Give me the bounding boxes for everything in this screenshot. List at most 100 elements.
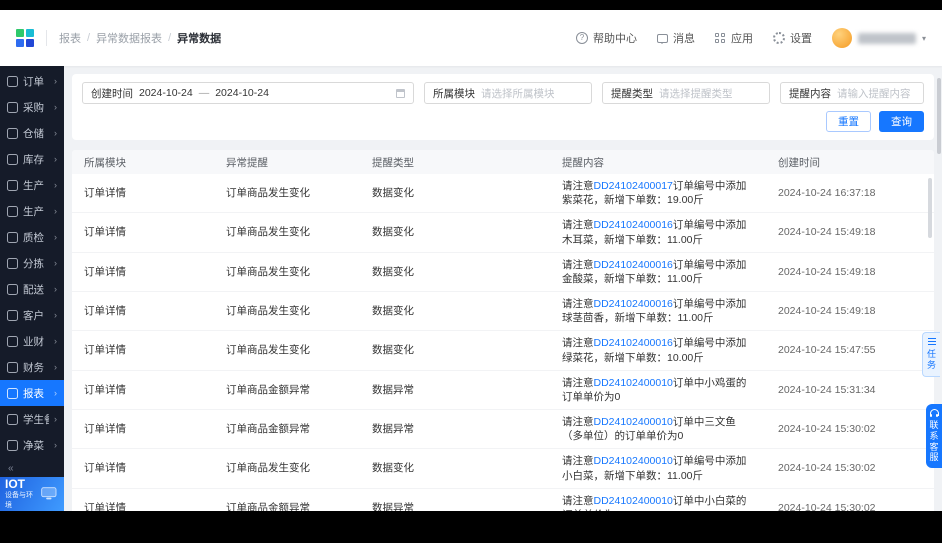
breadcrumb-item[interactable]: 异常数据报表 <box>96 30 162 46</box>
letterbox-bottom <box>0 511 942 543</box>
cell-content: 请注意DD24102400010订单中小鸡蛋的订单单价为0 <box>550 371 766 409</box>
letterbox-top <box>0 0 942 10</box>
cell-type: 数据异常 <box>360 378 550 402</box>
production-icon-2 <box>7 206 18 217</box>
chevron-down-icon: ▾ <box>922 34 926 43</box>
chevron-right-icon: › <box>54 414 57 424</box>
order-number-link[interactable]: DD24102400016 <box>594 219 673 231</box>
sidebar-item-4[interactable]: 库存 › <box>0 146 64 172</box>
sidebar-item-15[interactable]: 净菜 › <box>0 432 64 458</box>
table-row[interactable]: 订单详情 订单商品金额异常 数据异常 请注意DD24102400010订单中小鸡… <box>72 371 934 410</box>
table-row[interactable]: 订单详情 订单商品发生变化 数据变化 请注意DD24102400016订单编号中… <box>72 292 934 331</box>
date-from-value[interactable]: 2024-10-24 <box>139 87 193 99</box>
sidebar-item-8[interactable]: 分拣 › <box>0 250 64 276</box>
module-select-placeholder: 请选择所属模块 <box>481 86 555 101</box>
order-number-link[interactable]: DD24102400010 <box>594 455 673 467</box>
sidebar-menu: 订单 › 采购 › 仓储 › 库存 › 生产 › 生产 › 质检 › 分拣 › … <box>0 66 64 459</box>
app-logo[interactable] <box>16 29 34 47</box>
user-menu[interactable]: ▾ <box>832 28 926 48</box>
cell-alert: 订单商品发生变化 <box>214 338 360 362</box>
sidebar-collapse-button[interactable]: « <box>0 459 64 477</box>
type-select-placeholder: 请选择提醒类型 <box>659 86 733 101</box>
chevron-right-icon: › <box>54 310 57 320</box>
cell-type: 数据变化 <box>360 260 550 284</box>
sidebar-item-10[interactable]: 客户 › <box>0 302 64 328</box>
order-number-link[interactable]: DD24102400010 <box>594 495 673 507</box>
iot-subtitle: 设备与环境 <box>5 490 36 510</box>
date-range-picker[interactable]: 创建时间 2024-10-24 — 2024-10-24 <box>82 82 414 104</box>
help-center-button[interactable]: ? 帮助中心 <box>576 30 637 46</box>
breadcrumb-item[interactable]: 报表 <box>59 30 81 46</box>
order-number-link[interactable]: DD24102400016 <box>594 298 673 310</box>
type-select[interactable]: 提醒类型 请选择提醒类型 <box>602 82 770 104</box>
module-select[interactable]: 所属模块 请选择所属模块 <box>424 82 592 104</box>
cell-type: 数据变化 <box>360 338 550 362</box>
content-search-input[interactable]: 提醒内容 请输入提醒内容 <box>780 82 924 104</box>
cell-alert: 订单商品金额异常 <box>214 417 360 441</box>
column-header-type: 提醒类型 <box>360 155 550 170</box>
chevron-right-icon: › <box>54 154 57 164</box>
sidebar-item-5[interactable]: 生产 › <box>0 172 64 198</box>
table-row[interactable]: 订单详情 订单商品发生变化 数据变化 请注意DD24102400017订单编号中… <box>72 174 934 213</box>
cell-alert: 订单商品发生变化 <box>214 181 360 205</box>
sidebar-item-6[interactable]: 生产 › <box>0 198 64 224</box>
sidebar-item-2[interactable]: 采购 › <box>0 94 64 120</box>
chevron-right-icon: › <box>54 76 57 86</box>
order-number-link[interactable]: DD24102400010 <box>594 416 673 428</box>
table-row[interactable]: 订单详情 订单商品发生变化 数据变化 请注意DD24102400016订单编号中… <box>72 331 934 370</box>
column-header-module: 所属模块 <box>72 155 214 170</box>
order-number-link[interactable]: DD24102400010 <box>594 377 673 389</box>
order-number-link[interactable]: DD24102400016 <box>594 259 673 271</box>
breadcrumb-separator: / <box>87 32 90 44</box>
column-header-content: 提醒内容 <box>550 155 766 170</box>
order-number-link[interactable]: DD24102400017 <box>594 180 673 192</box>
iot-panel[interactable]: IOT 设备与环境 <box>0 477 64 511</box>
cell-alert: 订单商品金额异常 <box>214 496 360 511</box>
sidebar-item-13[interactable]: 报表 › <box>0 380 64 406</box>
table-row[interactable]: 订单详情 订单商品金额异常 数据异常 请注意DD24102400010订单中小白… <box>72 489 934 511</box>
headset-icon <box>930 409 939 417</box>
date-to-value[interactable]: 2024-10-24 <box>215 87 269 99</box>
reset-button[interactable]: 重置 <box>826 111 871 132</box>
cell-time: 2024-10-24 15:49:18 <box>766 220 934 244</box>
sidebar-item-12[interactable]: 财务 › <box>0 354 64 380</box>
chevron-right-icon: › <box>54 362 57 372</box>
apps-button[interactable]: 应用 <box>715 30 753 46</box>
top-header: 报表/异常数据报表/异常数据 ? 帮助中心 消息 应用 设置 <box>0 10 942 66</box>
message-icon <box>657 34 668 43</box>
sidebar-item-3[interactable]: 仓储 › <box>0 120 64 146</box>
query-button[interactable]: 查询 <box>879 111 924 132</box>
table-scrollbar[interactable] <box>928 178 932 238</box>
window-scrollbar[interactable] <box>937 78 941 154</box>
cell-alert: 订单商品发生变化 <box>214 299 360 323</box>
double-chevron-left-icon: « <box>8 463 14 474</box>
sidebar-item-14[interactable]: 学生餐 › <box>0 406 64 432</box>
report-icon <box>7 388 18 399</box>
contact-service-label: 联系客服 <box>929 420 939 463</box>
settings-button[interactable]: 设置 <box>773 30 812 46</box>
date-range-separator: — <box>199 87 210 99</box>
contact-service-button[interactable]: 联系客服 <box>926 404 942 468</box>
apps-grid-icon <box>715 33 726 44</box>
table-row[interactable]: 订单详情 订单商品发生变化 数据变化 请注意DD24102400016订单编号中… <box>72 253 934 292</box>
header-divider <box>46 30 47 46</box>
cell-module: 订单详情 <box>72 378 214 402</box>
table-row[interactable]: 订单详情 订单商品发生变化 数据变化 请注意DD24102400010订单编号中… <box>72 449 934 488</box>
sidebar-item-9[interactable]: 配送 › <box>0 276 64 302</box>
task-list-icon <box>928 337 936 346</box>
task-panel-tab[interactable]: 任务 <box>922 332 940 377</box>
sidebar-item-7[interactable]: 质检 › <box>0 224 64 250</box>
quality-check-icon <box>7 232 18 243</box>
table-row[interactable]: 订单详情 订单商品金额异常 数据异常 请注意DD24102400010订单中三文… <box>72 410 934 449</box>
cell-content: 请注意DD24102400016订单编号中添加金酸菜，新增下单数：11.00斤 <box>550 253 766 291</box>
table-row[interactable]: 订单详情 订单商品发生变化 数据变化 请注意DD24102400016订单编号中… <box>72 213 934 252</box>
task-panel-label: 任务 <box>927 349 937 371</box>
cell-content: 请注意DD24102400010订单中小白菜的订单单价为0 <box>550 489 766 511</box>
content-input-label: 提醒内容 <box>789 86 831 101</box>
messages-button[interactable]: 消息 <box>657 30 695 46</box>
sidebar-item-11[interactable]: 业财 › <box>0 328 64 354</box>
sidebar-item-1[interactable]: 订单 › <box>0 68 64 94</box>
cell-alert: 订单商品发生变化 <box>214 260 360 284</box>
sorting-icon <box>7 258 18 269</box>
order-number-link[interactable]: DD24102400016 <box>594 337 673 349</box>
